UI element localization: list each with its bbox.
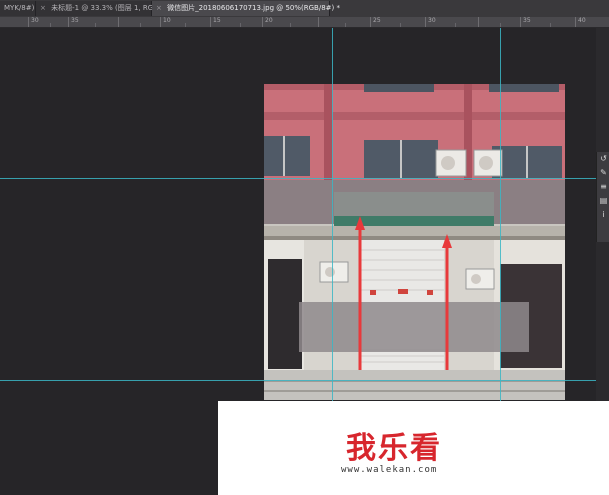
guide-horizontal[interactable] [0,178,596,179]
ruler-label: 25 [373,17,381,24]
layers-icon[interactable]: ▤ [597,194,609,208]
brush-icon[interactable]: ✎ [597,166,609,180]
horizontal-ruler[interactable]: 30 35 10 15 20 25 30 35 40 [0,17,609,28]
storefront-photo[interactable] [264,84,565,400]
guide-horizontal[interactable] [0,380,596,381]
ruler-label: 30 [31,17,39,24]
ruler-label: 15 [213,17,221,24]
ruler-label: 35 [523,17,531,24]
tab-label: 微信图片_20180606170713.jpg @ 50%(RGB/8#) * [167,4,340,12]
watermark-title: 我乐看 [346,431,442,466]
tab-label: MYK/8#) [4,4,35,12]
ruler-label: 20 [265,17,273,24]
tab-doc-untitled[interactable]: × 未标题-1 @ 33.3% (图层 1, RGB/8) * [36,1,173,16]
tab-doc-cmyk[interactable]: MYK/8#) × [0,1,42,16]
ruler-label: 35 [71,17,79,24]
rotate-icon[interactable]: ↺ [597,152,609,166]
ruler-label: 10 [163,17,171,24]
document-tab-bar: MYK/8#) × × 未标题-1 @ 33.3% (图层 1, RGB/8) … [0,0,609,18]
close-icon[interactable]: × [156,4,162,12]
watermark-url: www.walekan.com [341,465,438,475]
adjust-icon[interactable]: ≡ [597,180,609,194]
tab-doc-wechat-image[interactable]: × 微信图片_20180606170713.jpg @ 50%(RGB/8#) … [152,1,340,16]
ruler-label: 30 [428,17,436,24]
info-icon[interactable]: i [597,208,609,222]
ruler-label: 40 [578,17,586,24]
collapsed-panel-dock: ↺ ✎ ≡ ▤ i [596,152,609,242]
storefront-image [264,84,565,400]
watermark-box: 我乐看 www.walekan.com [218,401,609,495]
close-icon[interactable]: × [40,4,46,12]
